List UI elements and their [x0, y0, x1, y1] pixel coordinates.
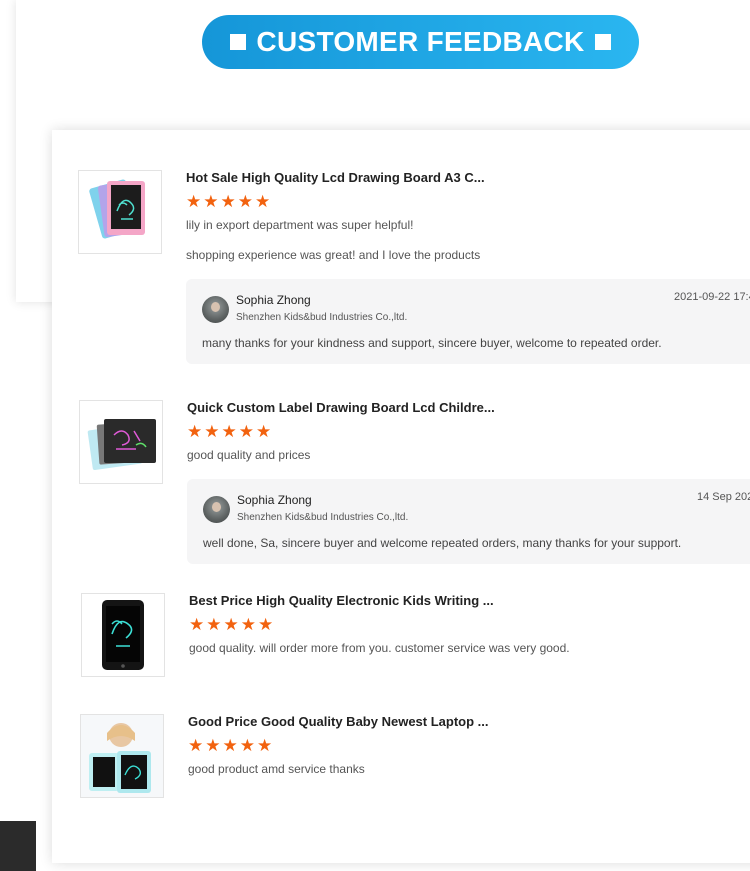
star-icon: ★: [220, 192, 236, 212]
seller-reply: Sophia Zhong Shenzhen Kids&bud Industrie…: [186, 279, 750, 364]
reply-author-name: Sophia Zhong: [236, 293, 311, 307]
reply-date: 2021-09-22 17:44: [674, 291, 750, 303]
avatar: [203, 496, 230, 523]
feedback-card: Hot Sale High Quality Lcd Drawing Board …: [52, 130, 750, 863]
product-title[interactable]: Best Price High Quality Electronic Kids …: [189, 593, 494, 608]
star-icon: ★: [221, 422, 237, 442]
reply-date: 14 Sep 2021: [697, 491, 750, 503]
rating-stars: ★ ★ ★ ★ ★: [186, 194, 270, 211]
star-icon: ★: [189, 615, 205, 635]
avatar: [202, 296, 229, 323]
product-title[interactable]: Hot Sale High Quality Lcd Drawing Board …: [186, 170, 485, 185]
star-icon: ★: [186, 192, 202, 212]
square-bullet-icon: [230, 34, 247, 50]
review-comment: good product amd service thanks: [188, 762, 365, 776]
product-thumbnail-drawing-tablet-stack[interactable]: [78, 170, 162, 254]
section-header-badge: CUSTOMER FEEDBACK: [202, 15, 639, 69]
rating-stars: ★ ★ ★ ★ ★: [189, 617, 273, 634]
product-title[interactable]: Good Price Good Quality Baby Newest Lapt…: [188, 714, 489, 729]
star-icon: ★: [223, 615, 239, 635]
product-thumbnail-kids-laptop-tablet[interactable]: [80, 714, 164, 798]
review-comment: good quality. will order more from you. …: [189, 641, 570, 655]
star-icon: ★: [205, 736, 221, 756]
star-icon: ★: [187, 422, 203, 442]
star-icon: ★: [222, 736, 238, 756]
star-icon: ★: [256, 422, 272, 442]
rating-stars: ★ ★ ★ ★ ★: [188, 738, 272, 755]
star-icon: ★: [188, 736, 204, 756]
star-icon: ★: [237, 192, 253, 212]
star-icon: ★: [238, 422, 254, 442]
footer-dark-block: [0, 821, 36, 871]
star-icon: ★: [257, 736, 273, 756]
section-title: CUSTOMER FEEDBACK: [256, 26, 585, 57]
review-comment: shopping experience was great! and I lov…: [186, 248, 481, 262]
star-icon: ★: [204, 422, 220, 442]
star-icon: ★: [258, 615, 274, 635]
square-bullet-icon: [594, 34, 611, 50]
review-comment: lily in export department was super help…: [186, 218, 414, 232]
reply-text: many thanks for your kindness and suppor…: [202, 336, 662, 350]
product-thumbnail-writing-tablet[interactable]: [81, 593, 165, 677]
product-title[interactable]: Quick Custom Label Drawing Board Lcd Chi…: [187, 400, 495, 415]
rating-stars: ★ ★ ★ ★ ★: [187, 424, 271, 441]
star-icon: ★: [239, 736, 255, 756]
seller-reply: Sophia Zhong Shenzhen Kids&bud Industrie…: [187, 479, 750, 564]
star-icon: ★: [240, 615, 256, 635]
reply-text: well done, Sa, sincere buyer and welcome…: [203, 536, 682, 550]
star-icon: ★: [203, 192, 219, 212]
star-icon: ★: [206, 615, 222, 635]
reply-company: Shenzhen Kids&bud Industries Co.,ltd.: [236, 312, 408, 323]
reply-company: Shenzhen Kids&bud Industries Co.,ltd.: [237, 512, 409, 523]
star-icon: ★: [255, 192, 271, 212]
review-comment: good quality and prices: [187, 448, 311, 462]
reply-author-name: Sophia Zhong: [237, 493, 312, 507]
product-thumbnail-drawing-board[interactable]: [79, 400, 163, 484]
